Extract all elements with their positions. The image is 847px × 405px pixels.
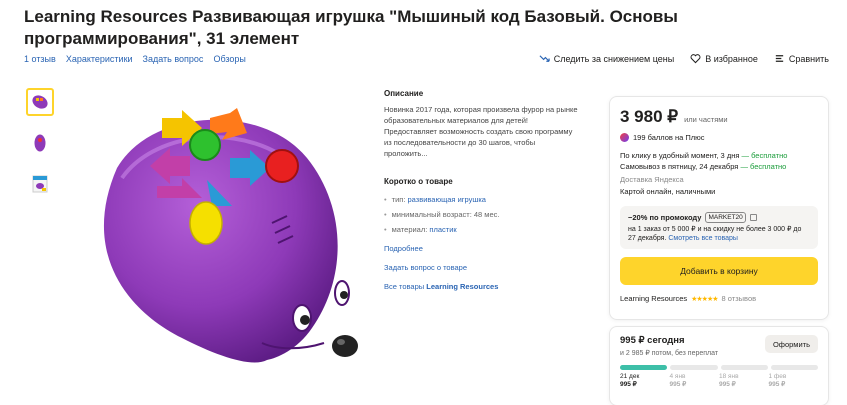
thumbnail-gallery [26,88,54,211]
thumbnail-1[interactable] [26,88,54,116]
seller-reviews[interactable]: 8 отзывов [722,294,757,303]
split-payment-box: 995 ₽ сегодня и 2 985 ₽ потом, без переп… [609,326,829,405]
product-main-image[interactable] [62,88,372,398]
installments-label[interactable]: или частями [684,115,728,124]
delivery-info: По клику в удобный момент, 3 дня — беспл… [620,151,788,171]
delivery-service: Доставка Яндекса [620,175,684,184]
plus-points[interactable]: 199 баллов на Плюс [620,133,818,142]
thumbnail-3[interactable] [26,170,54,198]
split-progress [620,365,818,370]
subnav-specs-link[interactable]: Характеристики [66,54,133,64]
compare-button[interactable]: Сравнить [774,53,829,64]
mouse-thumbnail-icon [32,95,48,109]
compare-icon [775,55,784,62]
rating-stars: ★★★★★ [691,295,718,303]
ask-question-link[interactable]: Задать вопрос о товаре [384,262,580,273]
plus-icon [620,133,629,142]
more-details-link[interactable]: Подробнее [384,243,580,254]
description-text: Новинка 2017 года, которая произвела фур… [384,105,578,158]
split-later: и 2 985 ₽ потом, без переплат [620,350,719,357]
coding-mouse-image [103,108,358,363]
subnav-overviews-link[interactable]: Обзоры [213,54,245,64]
split-segment [620,365,668,370]
split-checkout-button[interactable]: Оформить [764,335,818,353]
spec-item: тип: развивающая игрушка [384,194,580,205]
mouse-top-thumbnail-icon [34,134,46,152]
heart-icon [690,54,701,64]
payment-methods: Картой онлайн, наличными [620,187,716,196]
copy-icon[interactable] [749,214,757,221]
product-actions: Следить за снижением цены В избранное Ср… [539,53,829,64]
split-today: 995 ₽ сегодня [620,335,685,346]
product-title: Learning Resources Развивающая игрушка "… [24,7,678,48]
price: 3 980 ₽ [620,107,679,126]
brief-heading: Коротко о товаре [384,177,453,186]
description-heading: Описание [384,89,424,98]
price-alert-label: Следить за снижением цены [553,53,675,64]
split-step: 18 янв 995 ₽ [719,373,739,388]
price-alert-button[interactable]: Следить за снижением цены [539,53,675,64]
favorite-label: В избранное [705,53,758,64]
trend-down-icon [539,55,550,62]
spec-value: 48 мес. [473,210,500,219]
split-segment [720,365,768,370]
split-step: 4 янв 995 ₽ [669,373,687,388]
all-brand-goods-link[interactable]: Все товары Learning Resources [384,281,580,292]
split-step: 21 дек 995 ₽ [620,373,640,388]
promo-block: −20% по промокоду MARKET20 на 1 заказ от… [620,206,818,249]
spec-value[interactable]: развивающая игрушка [408,195,486,204]
subnav-reviews-link[interactable]: 1 отзыв [24,54,56,64]
split-schedule: 21 дек 995 ₽ 4 янв 995 ₽ 18 янв 995 ₽ 1 фев… [620,373,818,389]
favorite-button[interactable]: В избранное [690,53,758,64]
spec-item: минимальный возраст: 48 мес. [384,209,580,220]
product-description: Описание Новинка 2017 года, которая прои… [384,88,580,292]
spec-item: материал: пластик [384,224,580,235]
spec-list: тип: развивающая игрушка минимальный воз… [384,194,580,235]
compare-label: Сравнить [788,53,829,64]
split-segment [770,365,818,370]
buy-box: 3 980 ₽ или частями 199 баллов на Плюс П… [609,96,829,320]
promo-code[interactable]: MARKET20 [705,212,746,223]
promo-title: −20% по промокоду [628,213,702,222]
seller-name[interactable]: Learning Resources [620,294,687,303]
seller-info: Learning Resources ★★★★★ 8 отзывов [620,294,818,303]
product-subnav: 1 отзыв Характеристики Задать вопрос Обз… [24,54,246,64]
thumbnail-2[interactable] [26,129,54,157]
package-thumbnail-icon [32,175,48,193]
spec-value[interactable]: пластик [429,225,456,234]
subnav-ask-link[interactable]: Задать вопрос [143,54,204,64]
split-step: 1 фев 995 ₽ [768,373,787,388]
promo-link[interactable]: Смотреть все товары [668,235,738,242]
add-to-cart-button[interactable]: Добавить в корзину [620,257,818,285]
split-segment [670,365,718,370]
